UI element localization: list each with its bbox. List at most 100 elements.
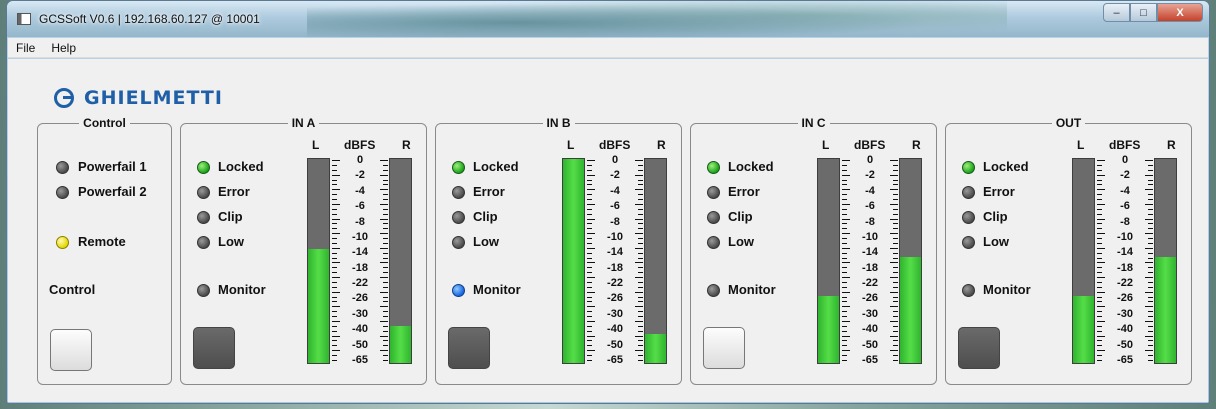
scale-label: -65 bbox=[1108, 355, 1142, 366]
scale-tick bbox=[842, 257, 847, 259]
scale-tick bbox=[1097, 247, 1105, 249]
dbfs-scale: 0 -2 -4 -6 -8 -10 -14 -18 -22 -26 -30 -40 -50 -65 bbox=[332, 155, 392, 368]
scale-tick bbox=[383, 179, 388, 181]
scale-tick bbox=[1145, 277, 1153, 279]
minimize-button[interactable]: – bbox=[1103, 3, 1130, 22]
app-window: GCSSoft V0.6 | 192.168.60.127 @ 10001 – … bbox=[6, 0, 1210, 404]
error-led bbox=[197, 186, 210, 199]
scale-tick bbox=[332, 203, 340, 205]
scale-tick bbox=[842, 345, 847, 347]
scale-tick bbox=[842, 184, 847, 186]
scale-tick bbox=[842, 272, 847, 274]
scale-tick bbox=[332, 325, 337, 327]
menu-file[interactable]: File bbox=[8, 41, 43, 55]
scale-label: -18 bbox=[1108, 262, 1142, 274]
powerfail-2-led bbox=[56, 186, 69, 199]
scale-tick bbox=[587, 257, 592, 259]
scale-tick bbox=[842, 164, 847, 166]
scale-tick bbox=[380, 174, 388, 176]
scale-tick bbox=[842, 316, 847, 318]
scale-tick bbox=[1097, 277, 1105, 279]
title-bar[interactable]: GCSSoft V0.6 | 192.168.60.127 @ 10001 – … bbox=[7, 1, 1209, 37]
scale-tick bbox=[638, 360, 643, 361]
scale-tick bbox=[893, 311, 898, 313]
logo-text: GHIELMETTI bbox=[84, 87, 223, 109]
scale-label: -18 bbox=[343, 262, 377, 274]
scale-tick bbox=[842, 267, 847, 269]
scale-label: 0 bbox=[1108, 155, 1142, 166]
scale-tick bbox=[893, 208, 898, 210]
title-bar-art bbox=[307, 1, 1007, 37]
scale-tick bbox=[587, 184, 592, 186]
scale-tick bbox=[587, 262, 595, 264]
monitor-toggle-button[interactable] bbox=[958, 327, 1000, 369]
monitor-toggle-button[interactable] bbox=[448, 327, 490, 369]
scale-tick bbox=[842, 277, 850, 279]
low-label: Low bbox=[983, 234, 1009, 249]
clip-label: Clip bbox=[218, 209, 243, 224]
scale-label: -30 bbox=[343, 308, 377, 320]
scale-tick bbox=[587, 286, 592, 288]
scale-tick bbox=[842, 223, 847, 225]
scale-label: -50 bbox=[343, 339, 377, 351]
level-meter-r bbox=[1154, 158, 1177, 364]
channel-group-out: OUT Locked Error Clip Low Monitor LdBFS R 0 -2 -4 -… bbox=[945, 116, 1192, 385]
app-icon[interactable] bbox=[17, 13, 31, 25]
remote-led bbox=[56, 236, 69, 249]
scale-tick bbox=[587, 320, 595, 322]
scale-label: -30 bbox=[853, 308, 887, 320]
scale-tick bbox=[842, 169, 847, 171]
error-label: Error bbox=[218, 184, 250, 199]
scale-tick bbox=[842, 179, 847, 181]
scale-tick bbox=[380, 203, 388, 205]
scale-tick bbox=[1145, 174, 1153, 176]
scale-tick bbox=[1097, 164, 1102, 166]
scale-tick bbox=[332, 340, 337, 342]
scale-label: -50 bbox=[853, 339, 887, 351]
scale-tick bbox=[1097, 350, 1105, 352]
scale-tick bbox=[1145, 320, 1153, 322]
channel-title: IN A bbox=[287, 116, 320, 130]
scale-tick bbox=[380, 320, 388, 322]
scale-tick bbox=[638, 242, 643, 244]
scale-tick bbox=[1097, 272, 1102, 274]
scale-tick bbox=[1145, 218, 1153, 220]
scale-tick bbox=[1148, 179, 1153, 181]
scale-tick bbox=[1148, 242, 1153, 244]
scale-tick bbox=[893, 223, 898, 225]
scale-tick bbox=[635, 160, 643, 161]
locked-label: Locked bbox=[983, 159, 1029, 174]
clip-led bbox=[452, 211, 465, 224]
level-meter-fill-r bbox=[1155, 257, 1176, 363]
scale-tick bbox=[635, 291, 643, 293]
scale-label: -14 bbox=[343, 247, 377, 259]
scale-tick bbox=[587, 272, 592, 274]
scale-tick bbox=[1148, 311, 1153, 313]
scale-tick bbox=[587, 267, 592, 269]
control-button[interactable] bbox=[50, 329, 92, 371]
scale-tick bbox=[383, 223, 388, 225]
scale-tick bbox=[893, 267, 898, 269]
scale-tick bbox=[1145, 203, 1153, 205]
scale-tick bbox=[638, 281, 643, 283]
maximize-button[interactable]: □ bbox=[1130, 3, 1157, 22]
monitor-toggle-button[interactable] bbox=[193, 327, 235, 369]
scale-tick bbox=[638, 252, 643, 254]
scale-tick bbox=[1148, 223, 1153, 225]
scale-tick bbox=[1097, 203, 1105, 205]
scale-tick bbox=[383, 301, 388, 303]
monitor-toggle-button[interactable] bbox=[703, 327, 745, 369]
scale-tick bbox=[332, 355, 337, 357]
scale-tick bbox=[587, 350, 595, 352]
close-button[interactable]: X bbox=[1157, 3, 1203, 22]
level-meter-fill-l bbox=[1073, 296, 1094, 363]
scale-tick bbox=[842, 238, 847, 240]
scale-tick bbox=[842, 330, 847, 332]
menu-help[interactable]: Help bbox=[43, 41, 84, 55]
scale-tick bbox=[890, 306, 898, 308]
scale-tick bbox=[1097, 360, 1102, 361]
scale-label: -22 bbox=[598, 278, 632, 290]
ghielmetti-logo: GHIELMETTI bbox=[54, 87, 223, 109]
scale-tick bbox=[332, 345, 337, 347]
meter-header-left: L bbox=[1077, 138, 1085, 152]
